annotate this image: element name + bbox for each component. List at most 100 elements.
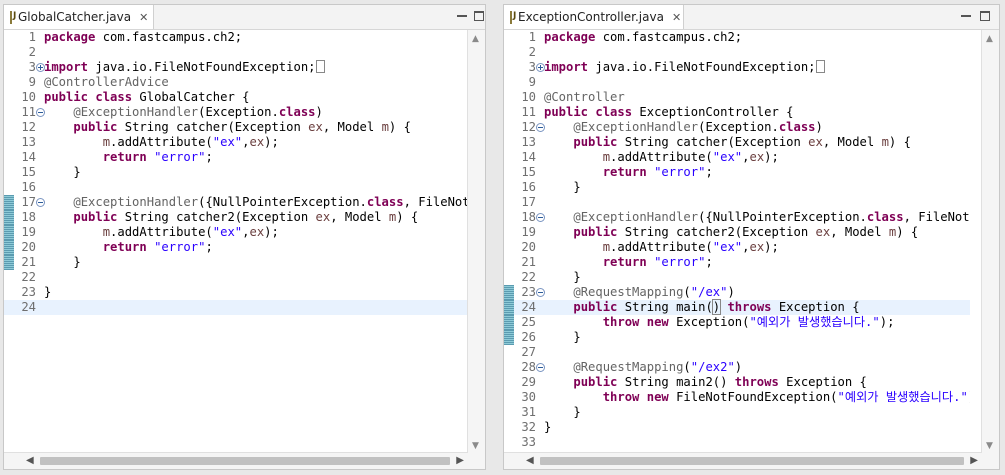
code-text[interactable]: public String catcher2(Exception ex, Mod… <box>544 225 918 240</box>
code-text[interactable]: @ExceptionHandler(Exception.class) <box>44 105 323 120</box>
code-text[interactable]: public class ExceptionController { <box>544 105 794 120</box>
code-text[interactable]: import java.io.FileNotFoundException; <box>544 60 825 75</box>
code-line[interactable]: 15 return "error"; <box>504 165 970 180</box>
code-text[interactable]: } <box>544 330 580 345</box>
code-text[interactable]: } <box>544 180 580 195</box>
scroll-right-icon[interactable]: ▶ <box>456 455 464 466</box>
code-line[interactable]: 10 public class GlobalCatcher { <box>4 90 470 105</box>
code-line[interactable]: 17 @ExceptionHandler({NullPointerExcepti… <box>4 195 470 210</box>
code-text[interactable]: @RequestMapping("/ex") <box>544 285 734 300</box>
code-text[interactable]: @RequestMapping("/ex2") <box>544 360 742 375</box>
code-area[interactable]: 1 package com.fastcampus.ch2; 2 3 import jav… <box>504 30 970 452</box>
code-text[interactable]: return "error"; <box>44 150 213 165</box>
close-icon[interactable]: ✕ <box>672 12 681 23</box>
code-line[interactable]: 31 } <box>504 405 970 420</box>
code-line[interactable]: 21 return "error"; <box>504 255 970 270</box>
horizontal-scrollbar[interactable]: ◀ ▶ <box>4 452 468 469</box>
code-text[interactable]: @Controller <box>544 90 625 105</box>
code-line[interactable]: 13 public String catcher(Exception ex, M… <box>504 135 970 150</box>
code-text[interactable]: throw new Exception("예외가 발생했습니다."); <box>544 315 895 330</box>
code-line[interactable]: 12 public String catcher(Exception ex, M… <box>4 120 470 135</box>
maximize-icon[interactable] <box>474 11 484 21</box>
code-text[interactable]: throw new FileNotFoundException("예외가 발생했… <box>544 390 970 405</box>
code-text[interactable]: public class GlobalCatcher { <box>44 90 249 105</box>
code-line[interactable]: 2 <box>4 45 470 60</box>
code-text[interactable]: public String main2() throws Exception { <box>544 375 867 390</box>
code-line[interactable]: 14 return "error"; <box>4 150 470 165</box>
code-text[interactable]: public String main() throws Exception { <box>544 299 860 315</box>
code-text[interactable]: m.addAttribute("ex",ex); <box>544 240 779 255</box>
scroll-left-icon[interactable]: ◀ <box>26 455 34 466</box>
vertical-scrollbar[interactable]: ▲ ▼ <box>467 30 485 455</box>
code-line[interactable]: 23} <box>4 285 470 300</box>
code-line[interactable]: 27 <box>504 345 970 360</box>
code-line[interactable]: 23 @RequestMapping("/ex") <box>504 285 970 300</box>
close-icon[interactable]: ✕ <box>139 12 148 23</box>
code-line[interactable]: 21 } <box>4 255 470 270</box>
code-line[interactable]: 14 m.addAttribute("ex",ex); <box>504 150 970 165</box>
code-line[interactable]: 24 public String main() throws Exception… <box>504 299 970 315</box>
code-line[interactable]: 18 public String catcher2(Exception ex, … <box>4 210 470 225</box>
code-text[interactable]: package com.fastcampus.ch2; <box>544 30 742 45</box>
code-line[interactable]: 2 <box>504 45 970 60</box>
code-text[interactable]: @ControllerAdvice <box>44 75 169 90</box>
code-text[interactable]: @ExceptionHandler({NullPointerException.… <box>44 195 470 210</box>
code-line[interactable]: 3 import java.io.FileNotFoundException; <box>504 60 970 75</box>
scroll-right-icon[interactable]: ▶ <box>970 455 978 466</box>
scroll-left-icon[interactable]: ◀ <box>526 455 534 466</box>
code-line[interactable]: 28 @RequestMapping("/ex2") <box>504 360 970 375</box>
scroll-up-icon[interactable]: ▲ <box>472 34 479 44</box>
scroll-up-icon[interactable]: ▲ <box>986 34 993 44</box>
code-text[interactable]: } <box>544 420 551 435</box>
code-text[interactable]: return "error"; <box>544 165 713 180</box>
code-text[interactable]: } <box>44 285 51 300</box>
code-line[interactable]: 18 @ExceptionHandler({NullPointerExcepti… <box>504 210 970 225</box>
code-line[interactable]: 9 <box>504 75 970 90</box>
code-text[interactable]: } <box>544 405 580 420</box>
tab-globalcatcher[interactable]: J GlobalCatcher.java ✕ <box>4 5 154 29</box>
code-line[interactable]: 11 public class ExceptionController { <box>504 105 970 120</box>
tab-exceptioncontroller[interactable]: J ExceptionController.java ✕ <box>504 5 684 29</box>
scroll-down-icon[interactable]: ▼ <box>986 441 993 451</box>
horizontal-scrollbar[interactable]: ◀ ▶ <box>504 452 982 469</box>
code-line[interactable]: 11 @ExceptionHandler(Exception.class) <box>4 105 470 120</box>
code-line[interactable]: 20 return "error"; <box>4 240 470 255</box>
code-text[interactable]: public String catcher(Exception ex, Mode… <box>544 135 911 150</box>
scroll-thumb[interactable] <box>40 457 450 465</box>
code-line[interactable]: 19 m.addAttribute("ex",ex); <box>4 225 470 240</box>
code-line[interactable]: 15 } <box>4 165 470 180</box>
code-line[interactable]: 24 <box>4 300 470 315</box>
code-line[interactable]: 29 public String main2() throws Exceptio… <box>504 375 970 390</box>
scroll-down-icon[interactable]: ▼ <box>472 441 479 451</box>
scroll-thumb[interactable] <box>540 457 964 465</box>
code-line[interactable]: 1 package com.fastcampus.ch2; <box>4 30 470 45</box>
maximize-icon[interactable] <box>980 11 990 21</box>
code-line[interactable]: 9 @ControllerAdvice <box>4 75 470 90</box>
code-text[interactable]: public String catcher2(Exception ex, Mod… <box>44 210 418 225</box>
code-line[interactable]: 10 @Controller <box>504 90 970 105</box>
code-text[interactable]: @ExceptionHandler({NullPointerException.… <box>544 210 970 225</box>
minimize-icon[interactable] <box>961 11 971 17</box>
code-line[interactable]: 22 } <box>504 270 970 285</box>
code-line[interactable]: 16 } <box>504 180 970 195</box>
code-text[interactable]: m.addAttribute("ex",ex); <box>544 150 779 165</box>
vertical-scrollbar[interactable]: ▲ ▼ <box>981 30 999 455</box>
code-text[interactable]: @ExceptionHandler(Exception.class) <box>544 120 823 135</box>
code-text[interactable]: public String catcher(Exception ex, Mode… <box>44 120 411 135</box>
code-text[interactable]: m.addAttribute("ex",ex); <box>44 225 279 240</box>
code-line[interactable]: 13 m.addAttribute("ex",ex); <box>4 135 470 150</box>
code-line[interactable]: 19 public String catcher2(Exception ex, … <box>504 225 970 240</box>
code-line[interactable]: 26 } <box>504 330 970 345</box>
code-text[interactable]: return "error"; <box>544 255 713 270</box>
code-line[interactable]: 25 throw new Exception("예외가 발생했습니다."); <box>504 315 970 330</box>
code-text[interactable]: m.addAttribute("ex",ex); <box>44 135 279 150</box>
minimize-icon[interactable] <box>457 11 467 17</box>
code-line[interactable]: 16 <box>4 180 470 195</box>
code-line[interactable]: 30 throw new FileNotFoundException("예외가 … <box>504 390 970 405</box>
code-text[interactable]: import java.io.FileNotFoundException; <box>44 60 325 75</box>
code-text[interactable]: } <box>544 270 580 285</box>
code-line[interactable]: 20 m.addAttribute("ex",ex); <box>504 240 970 255</box>
code-text[interactable]: } <box>44 165 80 180</box>
code-line[interactable]: 17 <box>504 195 970 210</box>
code-line[interactable]: 12 @ExceptionHandler(Exception.class) <box>504 120 970 135</box>
